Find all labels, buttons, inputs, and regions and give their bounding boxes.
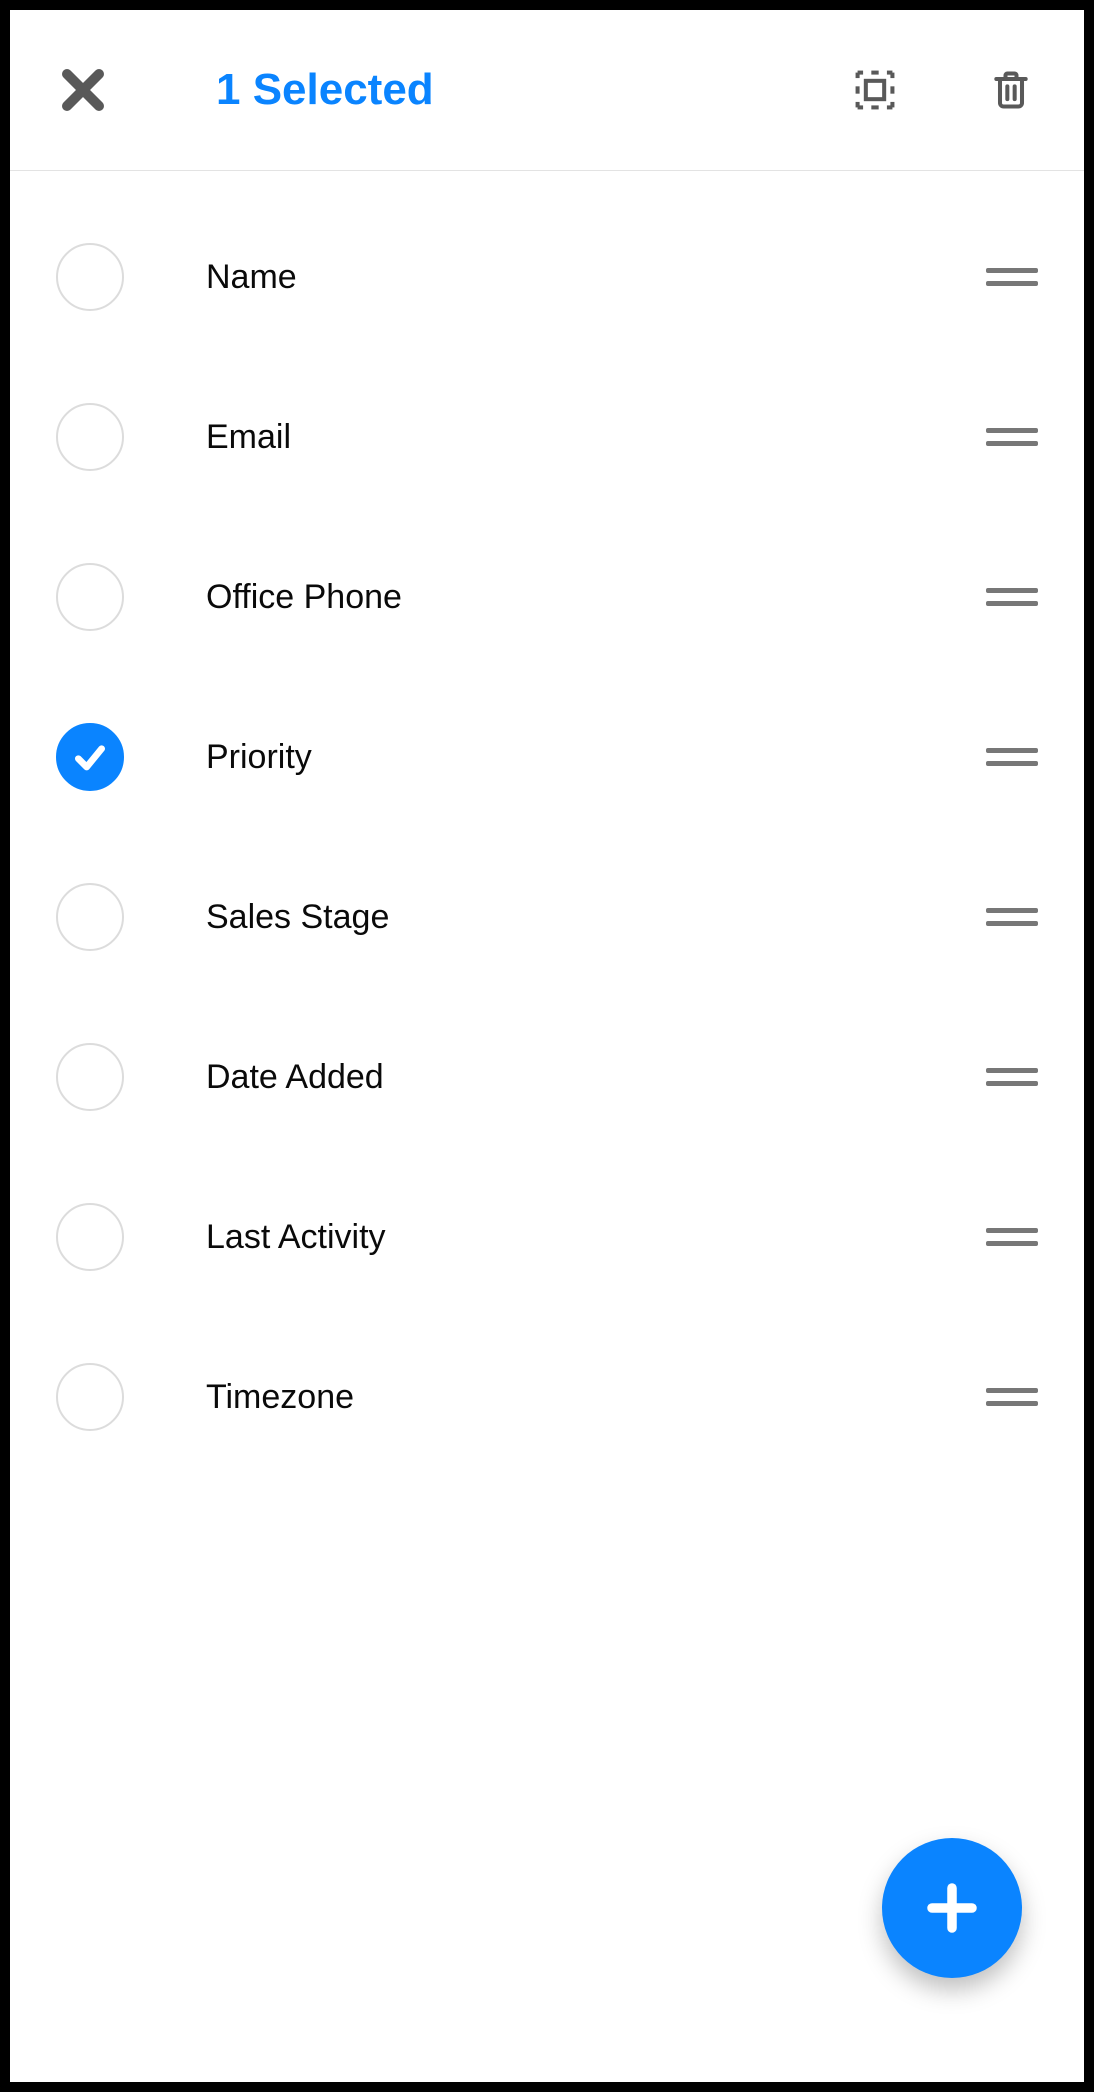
plus-icon	[922, 1878, 982, 1938]
select-all-button[interactable]	[848, 63, 902, 117]
drag-handle[interactable]	[986, 259, 1038, 295]
delete-button[interactable]	[984, 63, 1038, 117]
drag-handle[interactable]	[986, 1219, 1038, 1255]
drag-handle[interactable]	[986, 899, 1038, 935]
row-label: Sales Stage	[206, 898, 986, 937]
drag-handle-line-icon	[986, 1241, 1038, 1246]
app-screen: 1 Selected	[0, 0, 1094, 2092]
list-item: Sales Stage	[10, 837, 1084, 997]
header: 1 Selected	[10, 10, 1084, 171]
row-checkbox[interactable]	[56, 403, 124, 471]
row-label: Email	[206, 418, 986, 457]
row-label: Name	[206, 258, 986, 297]
drag-handle-line-icon	[986, 1401, 1038, 1406]
drag-handle-line-icon	[986, 1081, 1038, 1086]
row-checkbox[interactable]	[56, 723, 124, 791]
drag-handle-line-icon	[986, 908, 1038, 913]
drag-handle[interactable]	[986, 1059, 1038, 1095]
list-item: Name	[10, 197, 1084, 357]
row-label: Priority	[206, 738, 986, 777]
row-label: Last Activity	[206, 1218, 986, 1257]
list-item: Priority	[10, 677, 1084, 837]
row-checkbox[interactable]	[56, 883, 124, 951]
list-item: Date Added	[10, 997, 1084, 1157]
checkmark-icon	[70, 737, 110, 777]
row-label: Date Added	[206, 1058, 986, 1097]
drag-handle-line-icon	[986, 428, 1038, 433]
row-checkbox[interactable]	[56, 563, 124, 631]
drag-handle-line-icon	[986, 1228, 1038, 1233]
drag-handle[interactable]	[986, 739, 1038, 775]
drag-handle-line-icon	[986, 281, 1038, 286]
list-item: Office Phone	[10, 517, 1084, 677]
trash-icon	[989, 68, 1033, 112]
drag-handle-line-icon	[986, 1388, 1038, 1393]
list-item: Last Activity	[10, 1157, 1084, 1317]
drag-handle[interactable]	[986, 579, 1038, 615]
drag-handle-line-icon	[986, 1068, 1038, 1073]
row-checkbox[interactable]	[56, 1203, 124, 1271]
row-checkbox[interactable]	[56, 243, 124, 311]
drag-handle-line-icon	[986, 921, 1038, 926]
drag-handle[interactable]	[986, 1379, 1038, 1415]
drag-handle[interactable]	[986, 419, 1038, 455]
row-label: Timezone	[206, 1378, 986, 1417]
close-button[interactable]	[56, 63, 110, 117]
drag-handle-line-icon	[986, 268, 1038, 273]
row-label: Office Phone	[206, 578, 986, 617]
drag-handle-line-icon	[986, 748, 1038, 753]
add-button[interactable]	[882, 1838, 1022, 1978]
close-icon	[59, 66, 107, 114]
field-list: Name Email Office Phone Priority Sales Stage…	[10, 171, 1084, 1477]
drag-handle-line-icon	[986, 601, 1038, 606]
selection-count-title: 1 Selected	[216, 65, 434, 115]
select-all-icon	[853, 68, 897, 112]
list-item: Timezone	[10, 1317, 1084, 1477]
row-checkbox[interactable]	[56, 1363, 124, 1431]
drag-handle-line-icon	[986, 588, 1038, 593]
row-checkbox[interactable]	[56, 1043, 124, 1111]
drag-handle-line-icon	[986, 761, 1038, 766]
list-item: Email	[10, 357, 1084, 517]
drag-handle-line-icon	[986, 441, 1038, 446]
